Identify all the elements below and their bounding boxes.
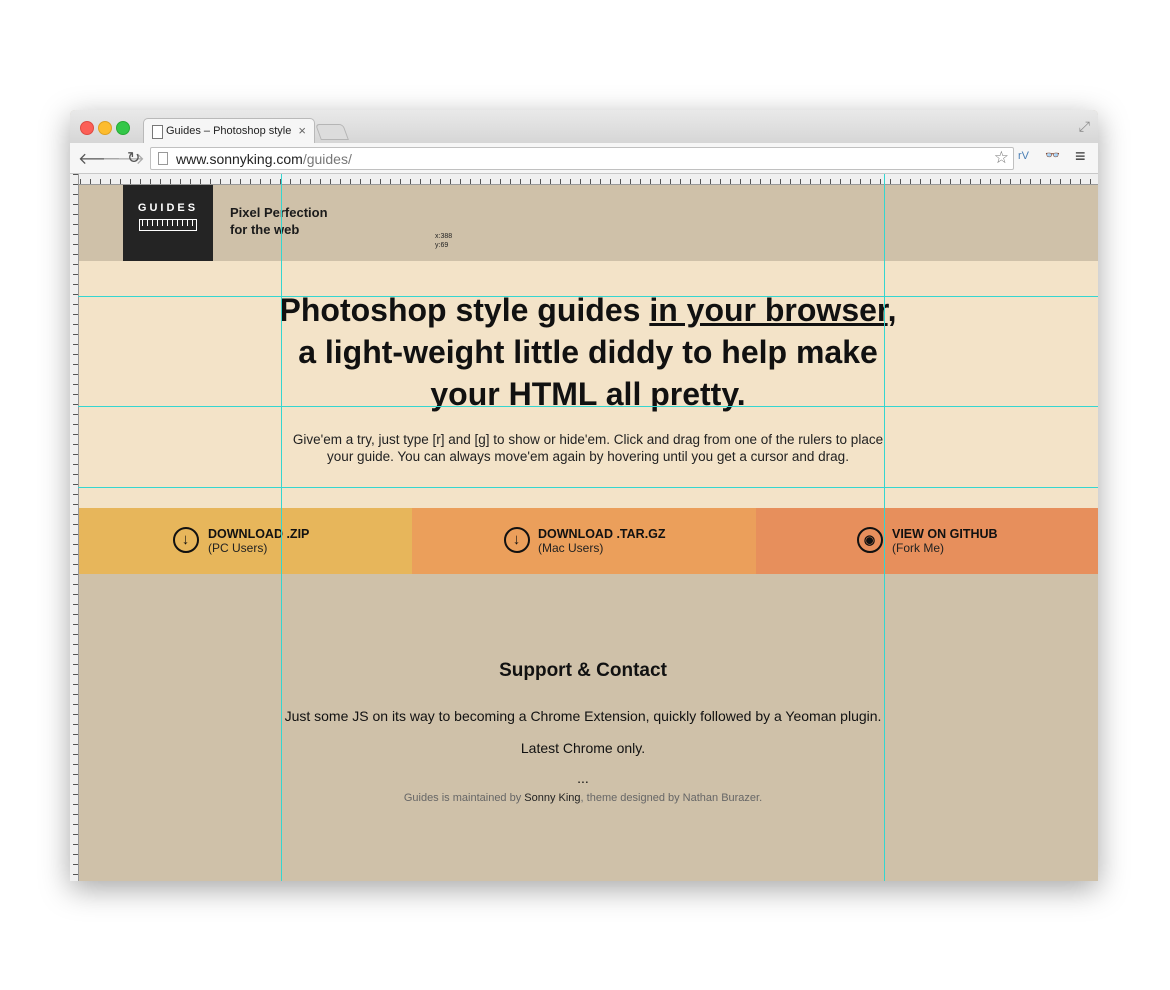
page-icon (158, 152, 168, 165)
browser-toolbar: 🡐 🡒 ↻ www.sonnyking.com/guides/ ☆ rV 👓 ≡ (70, 143, 1098, 174)
support-line1: Just some JS on its way to becoming a Ch… (284, 708, 882, 724)
fullscreen-icon[interactable]: ⤢ (1079, 118, 1090, 135)
view-github-button[interactable]: ◉ VIEW ON GITHUB (Fork Me) (756, 508, 1098, 574)
download-icon: ↓ (173, 527, 199, 553)
horizontal-guide-line[interactable] (78, 487, 1098, 488)
download-icon: ↓ (504, 527, 530, 553)
tagline-line2: for the web (230, 222, 300, 237)
view-github-label: VIEW ON GITHUB (892, 527, 998, 541)
tab-close-icon[interactable]: × (298, 123, 306, 138)
author-link[interactable]: Sonny King (524, 792, 580, 804)
site-header: GUIDES Pixel Perfection for the web x:38… (78, 184, 1098, 274)
menu-icon[interactable]: ≡ (1075, 146, 1086, 167)
support-line2: Latest Chrome only. (520, 740, 646, 756)
close-window-button[interactable] (80, 121, 94, 135)
download-zip-button[interactable]: ↓ DOWNLOAD .ZIP (PC Users) (78, 508, 412, 574)
support-title: Support & Contact (499, 660, 667, 681)
download-zip-sub: (PC Users) (208, 541, 268, 555)
credit-prefix: Guides is maintained by (403, 792, 525, 804)
bookmark-star-icon[interactable]: ☆ (994, 148, 1009, 168)
zoom-window-button[interactable] (116, 121, 130, 135)
vertical-ruler[interactable] (70, 174, 79, 881)
ruler-icon (139, 219, 197, 231)
tab-title: Guides – Photoshop style g (166, 125, 291, 137)
cursor-coordinates: x:388 y:69 (435, 232, 452, 250)
extension-mask-icon[interactable]: 👓 (1045, 148, 1060, 162)
logo-text: GUIDES (137, 202, 199, 214)
hero-description: Give'em a try, just type [r] and [g] to … (292, 432, 884, 464)
download-tar-button[interactable]: ↓ DOWNLOAD .TAR.GZ (Mac Users) (412, 508, 756, 574)
download-tar-label: DOWNLOAD .TAR.GZ (538, 527, 666, 541)
horizontal-guide-line[interactable] (78, 296, 1098, 297)
hero-heading: Photoshop style guides in your browser, … (273, 289, 903, 415)
download-zip-label: DOWNLOAD .ZIP (208, 527, 310, 541)
new-tab-button[interactable] (315, 124, 349, 140)
url-path: /guides/ (302, 151, 352, 167)
heading-link[interactable]: in your browser (649, 292, 887, 328)
coord-x: x:388 (435, 233, 453, 240)
horizontal-guide-line[interactable] (78, 406, 1098, 407)
page-icon (152, 125, 163, 139)
heading-text-1: Photoshop style guides (279, 292, 650, 328)
url-host: www.sonnyking.com (176, 151, 303, 167)
horizontal-ruler[interactable] (70, 174, 1098, 185)
reload-icon[interactable]: ↻ (127, 148, 140, 168)
credit-suffix: , theme designed by Nathan Burazer. (580, 792, 763, 804)
extension-rv-icon[interactable]: rV (1018, 150, 1029, 162)
browser-tab[interactable]: Guides – Photoshop style g × (143, 118, 315, 145)
download-buttons: ↓ DOWNLOAD .ZIP (PC Users) ↓ DOWNLOAD .T… (78, 508, 1098, 574)
address-bar[interactable]: www.sonnyking.com/guides/ ☆ (150, 147, 1014, 170)
browser-window: Guides – Photoshop style g × ⤢ 🡐 🡒 ↻ www… (70, 110, 1098, 881)
url-text[interactable]: www.sonnyking.com/guides/ (176, 151, 352, 167)
eye-icon: ◉ (857, 527, 883, 553)
minimize-window-button[interactable] (98, 121, 112, 135)
coord-y: y:69 (435, 242, 449, 249)
hero-section: Photoshop style guides in your browser, … (78, 261, 1098, 508)
credit-line: Guides is maintained by Sonny King, them… (78, 792, 1088, 804)
support-section: Support & Contact Just some JS on its wa… (78, 574, 1098, 881)
tagline: Pixel Perfection for the web (230, 204, 370, 238)
support-ellipsis: ... (577, 770, 589, 786)
page-viewport: GUIDES Pixel Perfection for the web x:38… (70, 174, 1098, 881)
view-github-sub: (Fork Me) (892, 541, 944, 555)
tagline-line1: Pixel Perfection (230, 205, 328, 220)
title-bar: Guides – Photoshop style g × ⤢ (70, 110, 1098, 145)
vertical-guide-line[interactable] (281, 174, 282, 881)
download-tar-sub: (Mac Users) (538, 541, 604, 555)
vertical-guide-line[interactable] (884, 174, 885, 881)
